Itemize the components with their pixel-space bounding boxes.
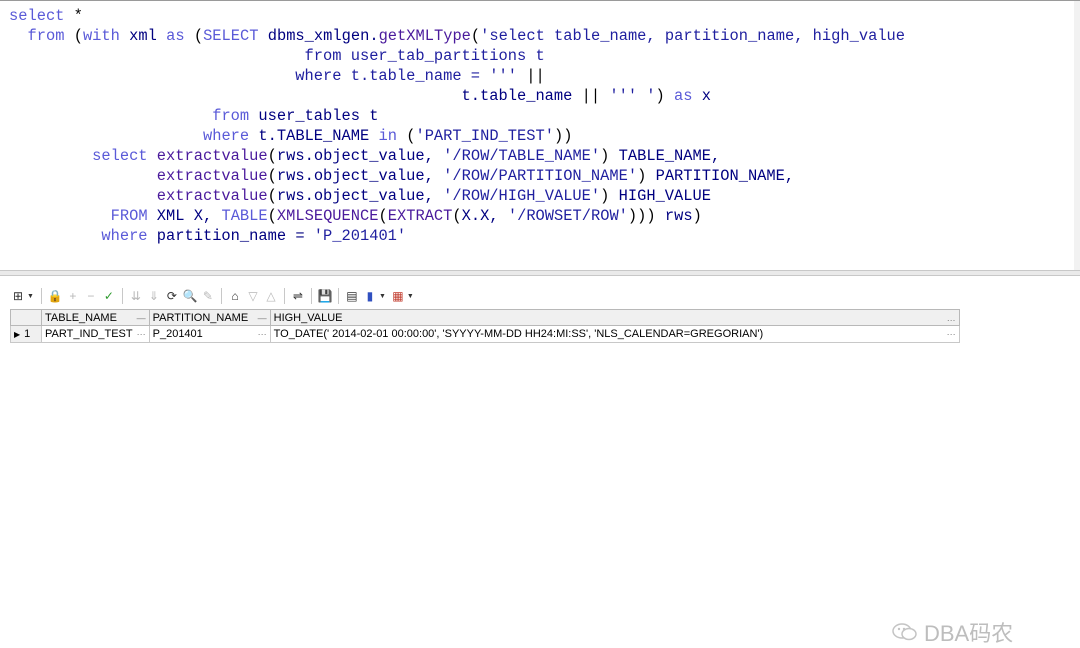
clear-icon[interactable]: ✎	[200, 288, 216, 304]
find-icon[interactable]: 🔍	[182, 288, 198, 304]
results-pane: ⊞ ▼ 🔒 + − ✓ ⇊ ⇓ ⟳ 🔍 ✎ ⌂ ▽ △ ⇌ 💾 ▤ ▮ ▼ ▦ ▼ TABLE_NAME — PARTIT…	[0, 276, 1080, 646]
column-label: HIGH_VALUE	[273, 311, 343, 324]
code-line-6: from user_tables t	[212, 107, 379, 125]
grid-header-row: TABLE_NAME — PARTITION_NAME — HIGH_VALUE …	[10, 309, 960, 326]
column-label: PARTITION_NAME	[152, 311, 249, 324]
fetch-last-icon[interactable]: ⇓	[146, 288, 162, 304]
editor-scrollbar[interactable]	[1074, 1, 1080, 271]
toolbar-separator	[283, 288, 285, 304]
toolbar-separator	[337, 288, 339, 304]
toolbar-separator	[40, 288, 42, 304]
code-line-12: where partition_name = 'P_201401'	[101, 227, 407, 245]
cell-editor-icon[interactable]: ···	[258, 329, 267, 339]
next-record-icon[interactable]: ▽	[245, 288, 261, 304]
cell-partition-name[interactable]: P_201401 ···	[148, 325, 271, 343]
lock-icon[interactable]: 🔒	[47, 288, 63, 304]
wechat-icon	[892, 623, 917, 641]
dropdown-arrow-icon[interactable]: ▼	[379, 293, 386, 300]
post-changes-icon[interactable]: ✓	[101, 288, 117, 304]
refresh-icon[interactable]: ⟳	[164, 288, 180, 304]
cell-editor-icon[interactable]: ···	[137, 329, 146, 339]
current-row-icon: ▶	[14, 330, 21, 339]
code-line-2: from (with xml as (SELECT dbms_xmlgen.ge…	[27, 27, 906, 45]
code-line-4: where t.table_name = ''' ||	[9, 67, 545, 85]
table-icon[interactable]: ▦	[390, 288, 406, 304]
code-line-9: extractvalue(rws.object_value, '/ROW/PAR…	[156, 167, 795, 185]
save-icon[interactable]: 💾	[317, 288, 333, 304]
code-line-7: where t.TABLE_NAME in ('PART_IND_TEST'))	[202, 127, 573, 145]
code-line-1: select *	[9, 7, 83, 25]
single-record-view-icon[interactable]: ⇌	[290, 288, 306, 304]
toolbar-separator	[220, 288, 222, 304]
code-line-11: FROM XML X, TABLE(XMLSEQUENCE(EXTRACT(X.…	[110, 207, 702, 225]
code-line-10: extractvalue(rws.object_value, '/ROW/HIG…	[156, 187, 711, 205]
cell-value: PART_IND_TEST	[45, 328, 133, 340]
row-number: 1	[24, 328, 31, 340]
column-header-partition-name[interactable]: PARTITION_NAME —	[148, 309, 271, 326]
column-header-high-value[interactable]: HIGH_VALUE …	[269, 309, 960, 326]
chart-icon[interactable]: ▮	[362, 288, 378, 304]
cell-high-value[interactable]: TO_DATE(' 2014-02-01 00:00:00', 'SYYYY-M…	[269, 325, 960, 343]
sql-editor[interactable]: select * from (with xml as (SELECT dbms_…	[0, 0, 1080, 271]
column-header-table-name[interactable]: TABLE_NAME —	[41, 309, 150, 326]
results-grid[interactable]: TABLE_NAME — PARTITION_NAME — HIGH_VALUE… …	[10, 309, 960, 343]
row-header-corner	[10, 309, 42, 326]
code-line-5: t.table_name || ''' ') as x	[9, 87, 712, 105]
toolbar-separator	[121, 288, 123, 304]
fetch-next-icon[interactable]: ⇊	[128, 288, 144, 304]
code-line-8: select extractvalue(rws.object_value, '/…	[92, 147, 721, 165]
toolbar-separator	[310, 288, 312, 304]
cell-value: TO_DATE(' 2014-02-01 00:00:00', 'SYYYY-M…	[273, 328, 764, 340]
watermark: DBA码农	[892, 616, 1013, 648]
cell-editor-icon[interactable]: ···	[947, 329, 956, 339]
watermark-text: DBA码农	[924, 621, 1014, 646]
results-toolbar: ⊞ ▼ 🔒 + − ✓ ⇊ ⇓ ⟳ 🔍 ✎ ⌂ ▽ △ ⇌ 💾 ▤ ▮ ▼ ▦ ▼	[10, 286, 416, 306]
column-resize-icon[interactable]: —	[258, 313, 267, 323]
dropdown-arrow-icon[interactable]: ▼	[27, 293, 34, 300]
code-line-3: from user_tab_partitions t	[9, 47, 545, 65]
column-resize-icon[interactable]: —	[137, 313, 146, 323]
table-row[interactable]: ▶ 1 PART_IND_TEST ··· P_201401 ··· TO_DATE(…	[10, 325, 960, 343]
cell-table-name[interactable]: PART_IND_TEST ···	[41, 325, 150, 343]
previous-record-icon[interactable]: △	[263, 288, 279, 304]
query-by-example-icon[interactable]: ⌂	[227, 288, 243, 304]
column-resize-icon[interactable]: …	[947, 313, 956, 323]
export-icon[interactable]: ▤	[344, 288, 360, 304]
grid-options-icon[interactable]: ⊞	[10, 288, 26, 304]
add-record-icon[interactable]: +	[65, 288, 81, 304]
column-label: TABLE_NAME	[45, 311, 117, 324]
row-number-cell[interactable]: ▶ 1	[10, 325, 42, 343]
dropdown-arrow-icon[interactable]: ▼	[407, 293, 414, 300]
sql-code[interactable]: select * from (with xml as (SELECT dbms_…	[9, 6, 905, 246]
delete-record-icon[interactable]: −	[83, 288, 99, 304]
cell-value: P_201401	[152, 328, 203, 340]
